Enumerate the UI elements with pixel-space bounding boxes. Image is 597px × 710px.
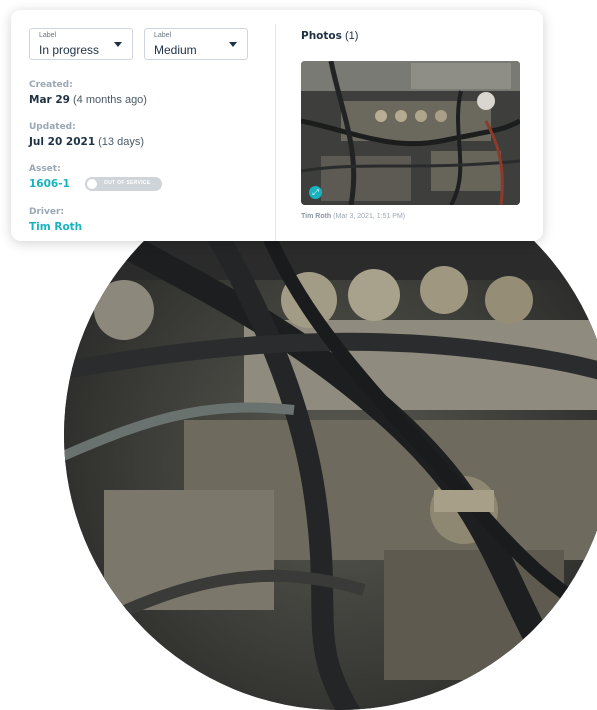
driver-value: Tim Roth <box>29 221 82 233</box>
photos-panel: Photos (1) ⤢ Tim Roth (Mar 3, 2021, 1:51… <box>301 10 531 241</box>
task-fields-panel: Label In progress Label Medium Created: … <box>29 10 274 241</box>
engine-thumbnail-image <box>301 61 520 205</box>
out-of-service-label: OUT OF SERVICE <box>104 180 151 186</box>
engine-photo-circle <box>64 160 597 710</box>
photo-date: (Mar 3, 2021, 1:51 PM) <box>333 213 406 220</box>
photo-thumbnail[interactable]: ⤢ <box>301 61 520 205</box>
caret-down-icon <box>114 42 122 47</box>
status-select[interactable]: Label In progress <box>29 28 133 60</box>
photos-title: Photos <box>301 30 342 42</box>
task-detail-card: Label In progress Label Medium Created: … <box>11 10 543 241</box>
toggle-knob <box>87 179 97 189</box>
photo-caption: Tim Roth (Mar 3, 2021, 1:51 PM) <box>301 213 405 220</box>
created-relative: (4 months ago) <box>72 94 147 106</box>
photos-heading: Photos (1) <box>301 30 358 42</box>
created-date: Mar 29 <box>29 94 70 106</box>
photos-count: (1) <box>344 30 359 42</box>
priority-select-value: Medium <box>154 43 197 57</box>
status-select-value: In progress <box>39 43 100 57</box>
driver-link[interactable]: Tim Roth <box>29 221 82 233</box>
asset-value: 1606-1 <box>29 178 70 190</box>
driver-label: Driver: <box>29 207 65 217</box>
column-divider <box>275 24 276 241</box>
out-of-service-toggle[interactable]: OUT OF SERVICE <box>85 177 162 191</box>
caret-down-icon <box>229 42 237 47</box>
created-value: Mar 29 (4 months ago) <box>29 94 147 106</box>
updated-label: Updated: <box>29 122 76 132</box>
updated-date: Jul 20 2021 <box>29 136 96 148</box>
updated-value: Jul 20 2021 (13 days) <box>29 136 144 148</box>
priority-select[interactable]: Label Medium <box>144 28 248 60</box>
asset-link[interactable]: 1606-1 <box>29 178 70 190</box>
asset-label: Asset: <box>29 164 61 174</box>
status-select-label: Label <box>39 32 57 39</box>
priority-select-label: Label <box>154 32 172 39</box>
expand-icon[interactable]: ⤢ <box>309 186 322 199</box>
updated-relative: (13 days) <box>98 136 144 148</box>
photo-author: Tim Roth <box>301 213 332 220</box>
created-label: Created: <box>29 80 73 90</box>
